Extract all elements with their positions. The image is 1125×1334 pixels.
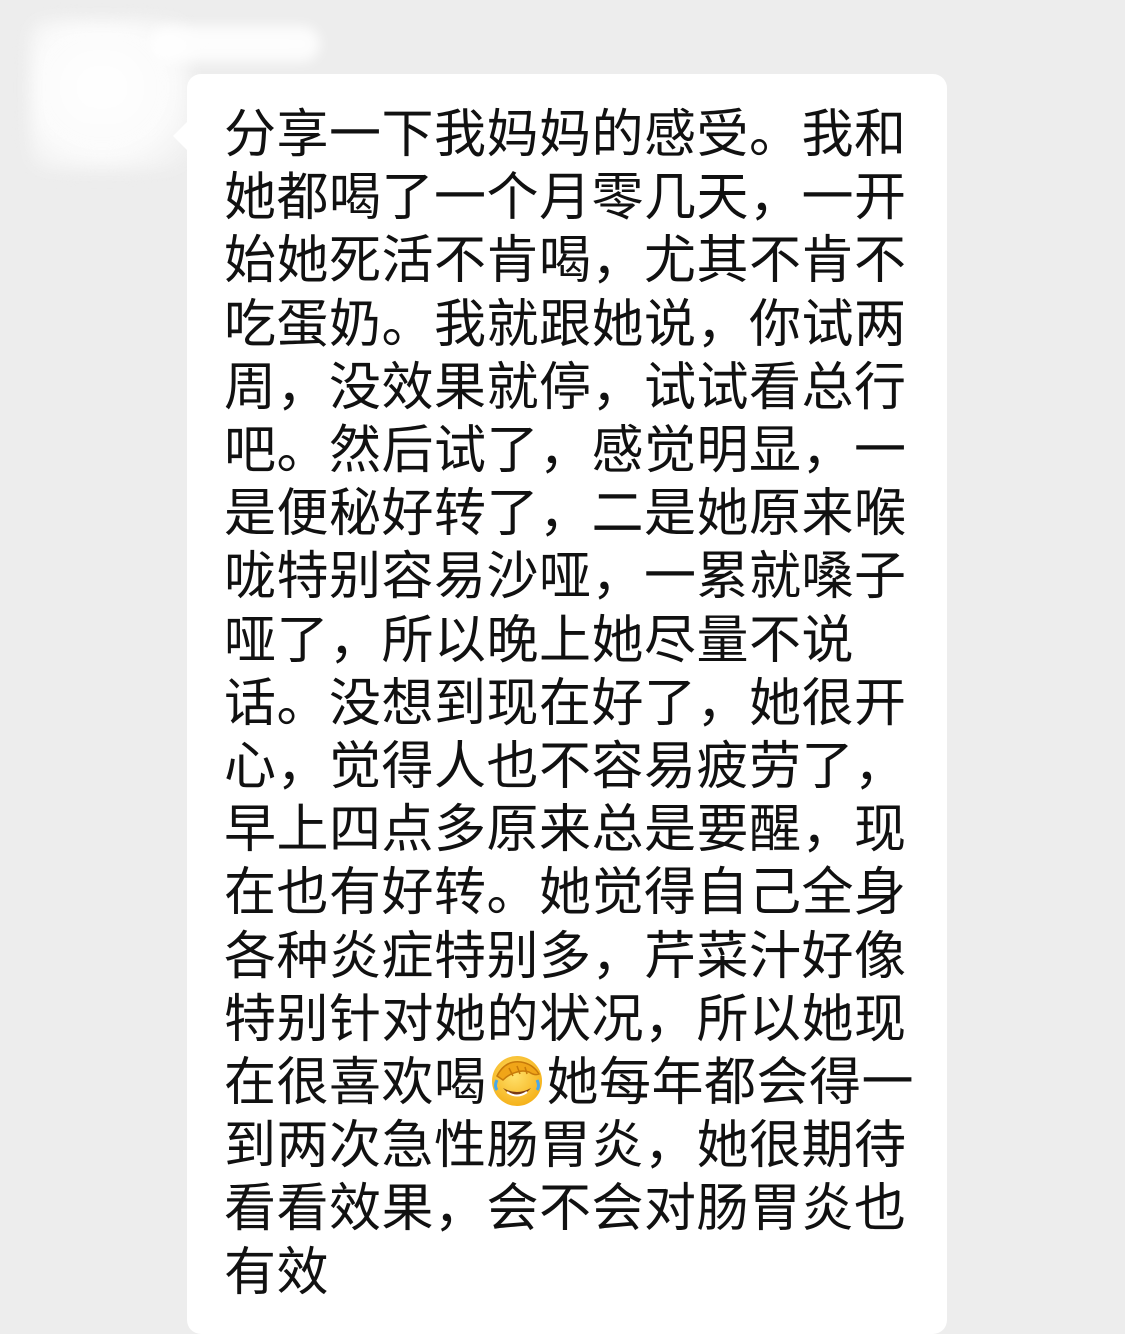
message-line: 各种炎症特别多，芹菜汁好像	[224, 926, 907, 987]
message-line: 看看效果，会不会对肠胃炎也	[224, 1179, 907, 1240]
message-segment: 在很喜欢喝	[224, 1053, 487, 1114]
bubble-tail	[173, 122, 187, 150]
message-line: 有效	[224, 1242, 330, 1303]
message-line: 特别针对她的状况，所以她现	[224, 989, 907, 1050]
message-line: 在也有好转。她觉得自己全身	[224, 863, 907, 924]
message-line: 吧。然后试了，感觉明显，一	[224, 421, 907, 482]
message-line: 始她死活不肯喝，尤其不肯不	[224, 231, 907, 292]
message-line: 哑了，所以晚上她尽量不说	[224, 610, 855, 671]
message-line-with-emoji: 在很喜欢喝 她每年都会得一	[224, 1052, 924, 1115]
message-bubble[interactable]: 分享一下我妈妈的感受。我和 她都喝了一个月零几天，一开 始她死活不肯喝，尤其不肯…	[173, 74, 947, 1334]
message-line: 早上四点多原来总是要醒，现	[224, 800, 907, 861]
message-text: 分享一下我妈妈的感受。我和 她都喝了一个月零几天，一开 始她死活不肯喝，尤其不肯…	[224, 104, 924, 1305]
message-line: 周，没效果就停，试试看总行	[224, 357, 907, 418]
message-line: 咙特别容易沙哑，一累就嗓子	[224, 547, 907, 608]
message-line: 到两次急性肠胃炎，她很期待	[224, 1116, 907, 1177]
message-line: 是便秘好转了，二是她原来喉	[224, 484, 907, 545]
message-line: 心，觉得人也不容易疲劳了，	[224, 737, 907, 798]
message-line: 话。没想到现在好了，她很开	[224, 673, 907, 734]
message-line: 分享一下我妈妈的感受。我和	[224, 105, 907, 165]
sender-name-blurred	[150, 26, 320, 62]
message-line: 吃蛋奶。我就跟她说，你试两	[224, 294, 907, 355]
message-segment: 她每年都会得一	[546, 1053, 915, 1114]
face-palm-emoji-icon	[489, 1052, 545, 1108]
message-line: 她都喝了一个月零几天，一开	[224, 168, 907, 229]
